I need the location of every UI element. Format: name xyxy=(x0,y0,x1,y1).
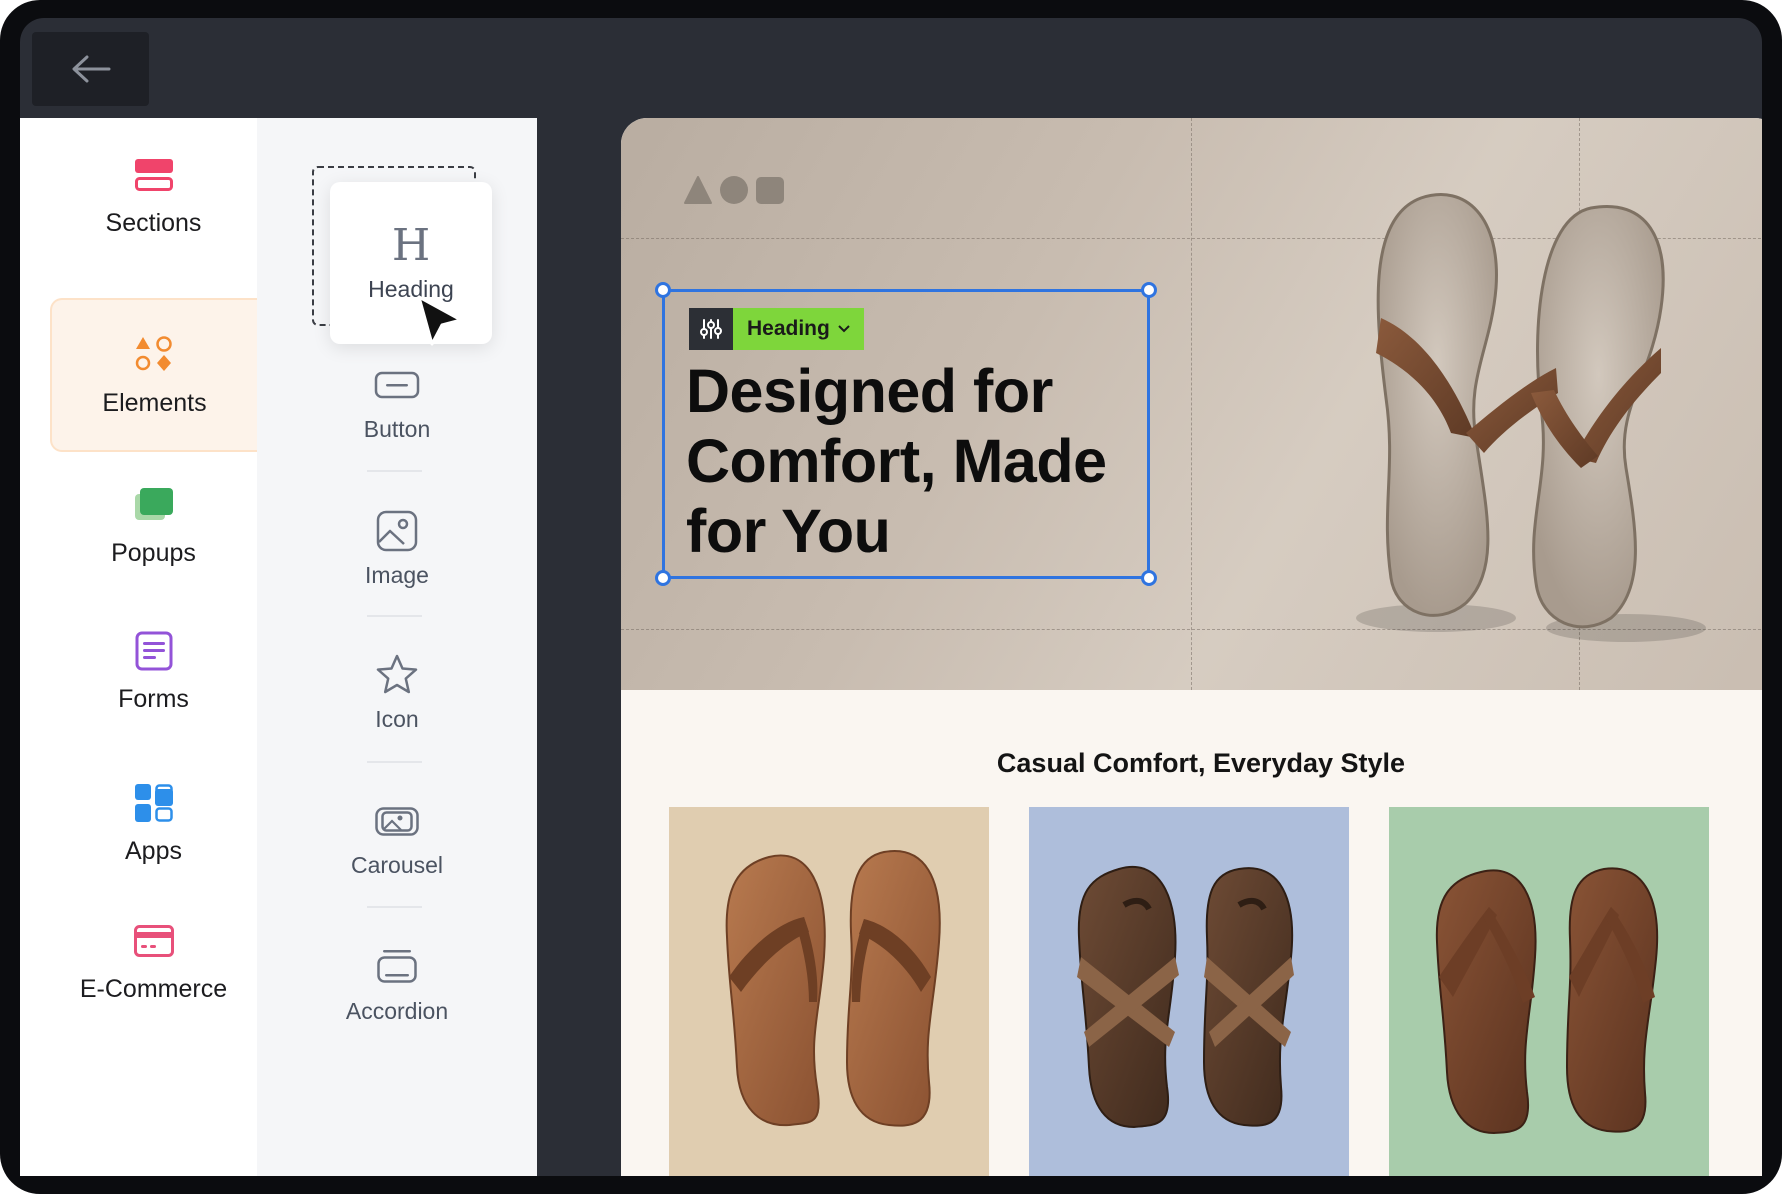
chevron-down-icon xyxy=(838,325,850,333)
flip-flop-image xyxy=(725,850,941,1127)
popups-icon xyxy=(134,487,173,520)
resize-handle-top-right[interactable] xyxy=(1141,282,1157,298)
back-button[interactable] xyxy=(32,32,149,106)
resize-handle-top-left[interactable] xyxy=(655,282,671,298)
mouse-pointer-icon xyxy=(417,295,463,346)
palette-divider xyxy=(367,761,422,763)
palette-item-label: Carousel xyxy=(350,852,444,878)
product-section: Casual Comfort, Everyday Style xyxy=(621,690,1762,1176)
device-frame: Sections Elements Popups Forms Apps E-Co… xyxy=(0,0,1782,1194)
brand-logo xyxy=(684,176,784,204)
palette-item-label: Icon xyxy=(375,706,419,732)
rail-item-popups[interactable]: Popups xyxy=(50,448,257,602)
cross-strap-sandal-image xyxy=(1077,866,1294,1129)
product-card-cross-strap[interactable] xyxy=(1029,807,1349,1176)
sections-icon xyxy=(134,158,173,191)
editor-window: Sections Elements Popups Forms Apps E-Co… xyxy=(20,18,1762,1176)
palette-item-label: Button xyxy=(363,416,431,442)
ecommerce-icon xyxy=(133,924,174,957)
rail-item-label: Apps xyxy=(125,836,182,865)
page-canvas: Heading Designed for Comfort, Made for Y… xyxy=(621,118,1762,1176)
element-settings-button[interactable] xyxy=(689,308,733,350)
rail-item-elements[interactable]: Elements xyxy=(50,298,257,452)
palette-item-label: Image xyxy=(365,562,429,588)
carousel-icon xyxy=(375,807,419,836)
category-rail: Sections Elements Popups Forms Apps E-Co… xyxy=(20,118,257,1176)
hero-sandal-image xyxy=(1356,193,1706,642)
element-palette: H Heading Button Image Icon Carousel Acc… xyxy=(257,118,537,1176)
palette-item-icon[interactable]: Icon xyxy=(257,652,537,733)
rail-item-sections[interactable]: Sections xyxy=(50,118,257,272)
hero-heading[interactable]: Designed for Comfort, Made for You xyxy=(686,356,1156,566)
sliders-icon xyxy=(700,319,722,339)
forms-icon xyxy=(135,631,172,670)
element-type-label: Heading xyxy=(747,317,830,340)
toe-post-sandal-image xyxy=(1435,867,1659,1135)
palette-item-image[interactable]: Image xyxy=(257,508,537,589)
resize-handle-bottom-right[interactable] xyxy=(1141,570,1157,586)
accordion-icon xyxy=(377,950,417,983)
palette-item-button[interactable]: Button xyxy=(257,362,537,443)
section-title[interactable]: Casual Comfort, Everyday Style xyxy=(621,748,1762,779)
apps-icon xyxy=(134,783,173,822)
element-type-dropdown[interactable]: Heading xyxy=(733,308,864,350)
resize-handle-bottom-left[interactable] xyxy=(655,570,671,586)
rail-item-label: Sections xyxy=(105,208,202,237)
palette-divider xyxy=(367,615,422,617)
hero-section: Heading Designed for Comfort, Made for Y… xyxy=(621,118,1762,690)
elements-icon xyxy=(135,335,172,371)
palette-divider xyxy=(367,906,422,908)
image-icon xyxy=(376,510,418,552)
heading-icon: H xyxy=(391,219,431,271)
rail-item-forms[interactable]: Forms xyxy=(50,594,257,748)
rail-item-apps[interactable]: Apps xyxy=(50,746,257,900)
element-toolbar: Heading xyxy=(689,308,864,350)
arrow-left-icon xyxy=(72,55,110,83)
star-icon xyxy=(376,654,418,694)
product-card-toe-post[interactable] xyxy=(1389,807,1709,1176)
rail-item-label: Forms xyxy=(118,684,189,713)
product-card-flip-flop[interactable] xyxy=(669,807,989,1176)
palette-item-heading[interactable]: H Heading xyxy=(330,182,492,344)
rail-item-label: E-Commerce xyxy=(79,974,228,1003)
rail-item-ecommerce[interactable]: E-Commerce xyxy=(50,884,257,1038)
palette-item-label: Accordion xyxy=(345,998,449,1024)
palette-item-accordion[interactable]: Accordion xyxy=(257,944,537,1025)
rail-item-label: Popups xyxy=(111,538,196,567)
palette-item-carousel[interactable]: Carousel xyxy=(257,798,537,879)
palette-divider xyxy=(367,470,422,472)
rail-item-label: Elements xyxy=(102,388,207,417)
grid-guide xyxy=(1191,118,1192,690)
button-icon xyxy=(374,371,420,399)
